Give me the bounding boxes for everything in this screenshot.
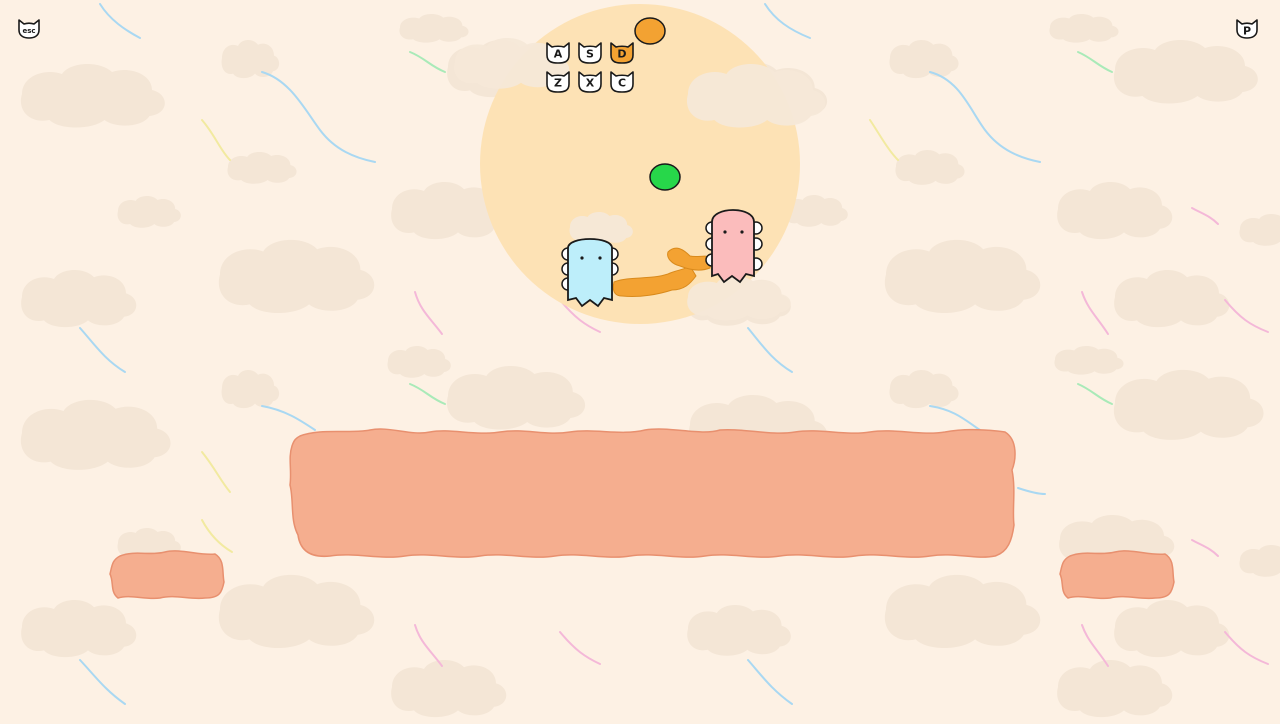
key-label: Z — [554, 77, 562, 90]
key-label: C — [618, 77, 626, 90]
esc-button[interactable]: esc — [16, 16, 42, 40]
main-cloud-platform — [289, 428, 1016, 558]
key-d: D — [610, 42, 634, 64]
esc-button-label: esc — [22, 27, 35, 35]
key-a: A — [546, 42, 570, 64]
small-right-cloud-platform — [1059, 550, 1175, 600]
key-label: D — [617, 48, 626, 61]
cat-head-icon: esc — [18, 19, 40, 39]
key-c: C — [610, 71, 634, 93]
key-label: X — [586, 77, 595, 90]
pink-player-character — [705, 209, 763, 284]
key-label: A — [554, 48, 563, 61]
blue-player-character — [561, 238, 619, 308]
key-s: S — [578, 42, 602, 64]
key-z: Z — [546, 71, 570, 93]
pause-button-label: P — [1243, 25, 1251, 38]
key-label: S — [586, 48, 594, 61]
orange-ball — [634, 17, 666, 45]
cat-head-icon: P — [1236, 19, 1258, 39]
game-scene: A S D Z X C — [20, 3, 1280, 718]
green-ball — [649, 163, 681, 191]
pause-button[interactable]: P — [1234, 16, 1260, 40]
key-x: X — [578, 71, 602, 93]
game-stage: A S D Z X C esc P — [0, 0, 1280, 720]
small-left-cloud-platform — [109, 550, 225, 600]
